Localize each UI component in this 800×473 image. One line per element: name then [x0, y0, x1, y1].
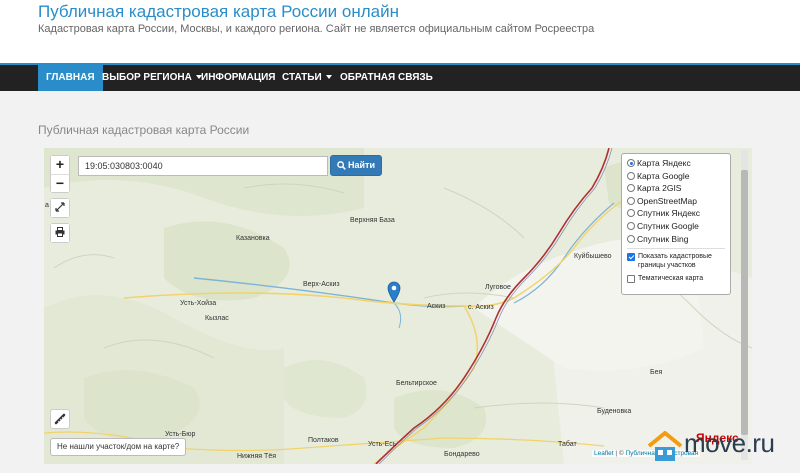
nav-label: СТАТЬИ — [282, 72, 322, 83]
radio-selected-icon[interactable] — [627, 159, 635, 167]
zoom-out-button[interactable]: − — [51, 174, 69, 192]
fullscreen-control[interactable] — [50, 198, 70, 218]
place-label: а — [45, 202, 49, 209]
print-control[interactable] — [50, 223, 70, 243]
map-scrollbar[interactable] — [741, 150, 748, 460]
map-container[interactable]: Верхняя База Казановка Верх-Аскиз Аскиз … — [44, 148, 752, 464]
layer-option-osm[interactable]: OpenStreetMap — [627, 195, 725, 208]
leaflet-link[interactable]: Leaflet — [594, 450, 614, 457]
layer-divider — [627, 248, 725, 250]
place-label: Казановка — [236, 235, 270, 242]
overlay-option-label: Тематическая карта — [638, 275, 704, 283]
printer-icon — [51, 224, 69, 242]
place-label: Кызлас — [205, 315, 229, 322]
house-icon — [647, 431, 683, 461]
place-label: Луговое — [485, 284, 511, 291]
place-label: Бея — [650, 369, 663, 376]
layer-option-label: Карта 2GIS — [637, 183, 682, 194]
scrollbar-thumb[interactable] — [741, 170, 748, 435]
nav-item-feedback[interactable]: ОБРАТНАЯ СВЯЗЬ — [332, 65, 441, 91]
place-label: Куйбышево — [574, 253, 612, 260]
place-label: Бельтирское — [396, 380, 437, 387]
layer-option-label: Спутник Яндекс — [637, 208, 700, 219]
fullscreen-icon — [51, 199, 69, 217]
radio-icon[interactable] — [627, 209, 635, 218]
checkbox-checked-icon[interactable] — [627, 253, 635, 262]
attribution-separator: | © — [613, 450, 626, 457]
overlay-option-thematic-map[interactable]: Тематическая карта — [627, 274, 725, 284]
layer-option-yandex-satellite[interactable]: Спутник Яндекс — [627, 207, 725, 220]
place-label: Верхняя База — [350, 217, 395, 224]
layer-option-bing-satellite[interactable]: Спутник Bing — [627, 233, 725, 246]
chevron-down-icon — [325, 75, 332, 80]
cadastral-search-input[interactable] — [78, 156, 328, 176]
nav-label: ВЫБОР РЕГИОНА — [102, 72, 192, 83]
section-title: Публичная кадастровая карта России — [38, 123, 250, 137]
place-label: Полтаков — [308, 437, 339, 444]
place-label: Усть-Хойза — [180, 300, 217, 307]
radio-icon[interactable] — [627, 196, 635, 205]
watermark: move.ru — [644, 428, 800, 468]
map-marker-icon[interactable] — [387, 281, 401, 303]
radio-icon[interactable] — [627, 184, 635, 193]
search-button[interactable]: Найти — [330, 155, 382, 176]
radio-icon[interactable] — [627, 171, 635, 180]
search-icon — [337, 161, 346, 170]
nav-item-articles[interactable]: СТАТЬИ — [274, 65, 340, 91]
layer-option-label: OpenStreetMap — [637, 195, 698, 206]
site-subtitle: Кадастровая карта России, Москвы, и кажд… — [38, 23, 595, 35]
place-label: Аскиз — [427, 303, 446, 310]
checkbox-icon[interactable] — [627, 275, 635, 284]
layer-option-label: Карта Google — [637, 170, 690, 181]
place-label: с. Аскиз — [468, 304, 494, 311]
place-label: Бондарево — [444, 451, 480, 458]
radio-icon[interactable] — [627, 234, 635, 243]
layer-option-google-map[interactable]: Карта Google — [627, 170, 725, 183]
search-button-label: Найти — [348, 160, 375, 170]
place-label: Нижняя Тёя — [237, 453, 276, 460]
nav-label: ИНФОРМАЦИЯ — [201, 72, 276, 83]
nav-label: ОБРАТНАЯ СВЯЗЬ — [340, 72, 433, 83]
layer-option-label: Спутник Bing — [637, 233, 689, 244]
place-label: Усть-Бюр — [165, 431, 196, 438]
zoom-control: + − — [50, 155, 70, 193]
layer-option-google-satellite[interactable]: Спутник Google — [627, 220, 725, 233]
place-label: Табат — [558, 441, 577, 448]
layer-option-2gis-map[interactable]: Карта 2GIS — [627, 182, 725, 195]
overlay-option-cadastral-borders[interactable]: Показать кадастровые границы участков — [627, 252, 725, 270]
radio-icon[interactable] — [627, 221, 635, 230]
place-label: Верх-Аскиз — [303, 281, 340, 288]
layer-switcher: Карта Яндекс Карта Google Карта 2GIS Ope… — [621, 153, 731, 295]
overlay-option-label: Показать кадастровые границы участков — [638, 253, 712, 270]
watermark-text: move.ru — [684, 428, 775, 458]
ruler-icon — [54, 413, 66, 425]
nav-item-home[interactable]: ГЛАВНАЯ — [38, 65, 103, 91]
nav-item-info[interactable]: ИНФОРМАЦИЯ — [193, 65, 284, 91]
layer-option-label: Карта Яндекс — [637, 158, 691, 168]
zoom-in-button[interactable]: + — [51, 156, 69, 174]
layer-option-label: Спутник Google — [637, 220, 699, 231]
main-navbar: ГЛАВНАЯ ВЫБОР РЕГИОНА ИНФОРМАЦИЯ СТАТЬИ … — [0, 63, 800, 91]
site-title[interactable]: Публичная кадастровая карта России онлай… — [38, 2, 399, 22]
place-label: Буденовка — [597, 408, 632, 415]
place-label: Усть-Есь — [368, 441, 397, 448]
nav-label: ГЛАВНАЯ — [46, 72, 95, 83]
measure-control[interactable] — [50, 409, 70, 429]
not-found-button[interactable]: Не нашли участок/дом на карте? — [50, 438, 187, 456]
layer-option-yandex-map[interactable]: Карта Яндекс — [627, 157, 725, 170]
